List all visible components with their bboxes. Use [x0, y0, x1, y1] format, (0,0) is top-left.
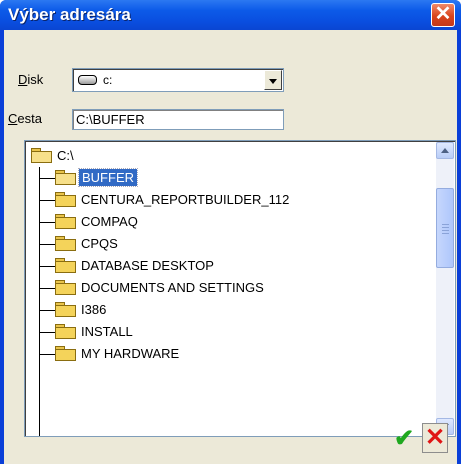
tree-item-i386[interactable]: I386	[55, 299, 255, 321]
tree-item-documents-and-settings[interactable]: DOCUMENTS AND SETTINGS	[55, 277, 395, 299]
tree-item-label: MY HARDWARE	[81, 346, 180, 361]
cancel-x-icon: ✕	[424, 424, 446, 451]
scroll-thumb[interactable]	[436, 188, 454, 268]
tree-item-my-hardware[interactable]: MY HARDWARE	[55, 343, 305, 365]
ok-button[interactable]: ✔	[392, 425, 416, 453]
checkmark-icon: ✔	[393, 425, 415, 452]
dialog-window: Výber adresára ✕ Disk c: Cesta C:\BUFFER…	[0, 0, 461, 464]
folder-icon	[55, 324, 76, 339]
folder-icon	[55, 192, 76, 207]
drive-select[interactable]: c:	[72, 68, 284, 92]
tree-branch	[39, 222, 55, 223]
folder-open-icon	[55, 170, 76, 185]
tree-item-buffer[interactable]: BUFFER	[55, 167, 205, 189]
path-field[interactable]: C:\BUFFER	[72, 109, 284, 130]
folder-icon	[55, 280, 76, 295]
tree-root-label: C:\	[57, 148, 74, 163]
tree-branch	[39, 244, 55, 245]
tree-branch	[39, 310, 55, 311]
tree-item-install[interactable]: INSTALL	[55, 321, 255, 343]
path-label: Cesta	[8, 111, 42, 126]
folder-icon	[55, 236, 76, 251]
tree-item-cpqs[interactable]: CPQS	[55, 233, 255, 255]
tree-item-database-desktop[interactable]: DATABASE DESKTOP	[55, 255, 355, 277]
tree-branch	[39, 200, 55, 201]
tree-branch	[39, 288, 55, 289]
tree-scrollbar[interactable]	[436, 142, 454, 435]
close-button[interactable]: ✕	[431, 3, 455, 27]
tree-guide-line	[39, 167, 40, 436]
dialog-client-area: Disk c: Cesta C:\BUFFER C:\ BUFFER CENTU…	[4, 30, 457, 464]
tree-branch	[39, 266, 55, 267]
tree-item-centura[interactable]: CENTURA_REPORTBUILDER_112	[55, 189, 415, 211]
tree-item-label: DATABASE DESKTOP	[81, 258, 214, 273]
window-title: Výber adresára	[8, 5, 131, 24]
tree-branch	[39, 332, 55, 333]
tree-item-label: COMPAQ	[81, 214, 138, 229]
title-bar[interactable]: Výber adresára ✕	[0, 0, 461, 30]
tree-branch	[39, 178, 55, 179]
tree-item-label: BUFFER	[78, 168, 138, 187]
tree-root[interactable]: C:\	[31, 145, 231, 167]
folder-tree[interactable]: C:\ BUFFER CENTURA_REPORTBUILDER_112 COM…	[24, 140, 456, 437]
folder-icon	[55, 302, 76, 317]
scroll-up-button[interactable]	[436, 142, 454, 159]
tree-item-label: INSTALL	[81, 324, 133, 339]
tree-item-label: I386	[81, 302, 107, 317]
folder-icon	[55, 346, 76, 361]
drive-label: Disk	[18, 72, 44, 87]
drive-select-value: c:	[103, 73, 113, 87]
cancel-button[interactable]: ✕	[422, 423, 448, 453]
tree-item-label: CENTURA_REPORTBUILDER_112	[81, 192, 290, 207]
drive-dropdown-button[interactable]	[264, 70, 282, 90]
drive-icon	[78, 75, 97, 85]
folder-icon	[55, 258, 76, 273]
tree-item-label: DOCUMENTS AND SETTINGS	[81, 280, 264, 295]
close-icon: ✕	[434, 3, 452, 25]
tree-item-compaq[interactable]: COMPAQ	[55, 211, 255, 233]
folder-open-icon	[31, 148, 52, 163]
tree-branch	[39, 354, 55, 355]
tree-item-label: CPQS	[81, 236, 118, 251]
folder-icon	[55, 214, 76, 229]
